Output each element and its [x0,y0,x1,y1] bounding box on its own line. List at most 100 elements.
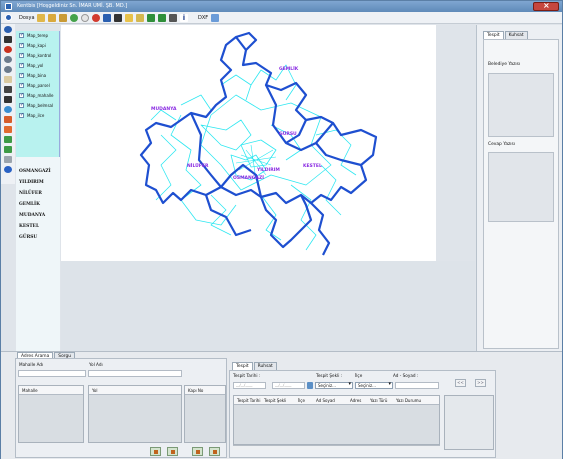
district-map: GEMLİK MUDANYA GÜRSU NİLÜFER KESTEL YILD… [139,31,378,256]
disk-icon[interactable] [114,14,122,22]
layer-checkbox[interactable] [19,72,24,78]
mahalle-adi-label: Mahalle Adı [19,362,44,367]
prev-button[interactable]: << [455,379,466,387]
tespit-sekli-select[interactable]: Seçiniz... [315,382,353,389]
tespit-tabs: Tespit Ruhsat [232,362,278,370]
add-circle-icon[interactable] [70,14,78,22]
folder-icon[interactable] [48,14,56,22]
hand-icon[interactable] [4,76,12,83]
map-canvas[interactable]: GEMLİK MUDANYA GÜRSU NİLÜFER KESTEL YILD… [61,25,436,261]
layer-label: Map_ilce [27,113,45,118]
right-panel: Tespit Kuhsat Belediye Yazısı Cevap Yazı… [476,25,562,351]
layer-checkbox[interactable] [19,82,24,88]
calendar-icon[interactable] [307,382,313,389]
tab-kuhsat[interactable]: Kuhsat [504,31,528,39]
select-image-button-2[interactable] [192,447,203,456]
map-label-nilufer: NİLÜFER [187,162,209,169]
remove-circle-icon[interactable] [92,14,100,22]
district-label: KESTEL [19,224,40,229]
binoculars-icon[interactable] [4,96,12,103]
layer-checkbox[interactable] [19,112,24,118]
pan-globe-icon[interactable] [4,26,12,33]
layer-checkbox[interactable] [19,62,24,68]
tespit-panel: Tespit Tarihi : Tespit Şekli : İlçe Ad -… [229,370,496,458]
layer-checkbox[interactable] [19,42,24,48]
yol-adi-input[interactable] [88,370,182,377]
measure-icon[interactable] [4,86,12,93]
yol-grid[interactable]: Yol [88,385,182,443]
column-header: Yazı Türü [370,398,388,403]
edit-vertex-icon[interactable] [4,146,12,153]
open-folder-icon[interactable] [37,14,45,22]
next-button[interactable]: >> [475,379,486,387]
lightbulb-off-icon[interactable] [136,14,144,22]
mahalle-adi-input[interactable] [18,370,86,377]
settings-icon[interactable] [4,156,12,163]
layer-item[interactable]: Map_mahalle [19,92,53,98]
layer-checkbox[interactable] [19,92,24,98]
folder-add-icon[interactable] [59,14,67,22]
excel-icon[interactable] [147,14,155,22]
pointer-icon[interactable] [4,36,12,43]
lightbulb-icon[interactable] [125,14,133,22]
close-window-button[interactable] [533,1,559,11]
layer-checkbox[interactable] [19,102,24,108]
tespit-date-end[interactable]: __/__/____ [272,382,305,389]
zoom-out-icon[interactable] [4,66,12,73]
ilce-select[interactable]: Seçiniz... [355,382,393,389]
right-panel-tabs: Tespit Kuhsat [483,31,529,39]
layer-item[interactable]: Map_bina [19,72,46,78]
mahalle-grid[interactable]: Mahalle [18,385,84,443]
toolbar: Dosya i DXF [1,12,562,24]
tespit-tarihi-label: Tespit Tarihi : [233,373,261,378]
select-image-button[interactable] [150,447,161,456]
ilce-label: İlçe [355,373,363,378]
layer-item[interactable]: Map_parsel [19,82,50,88]
refresh-icon[interactable] [211,14,219,22]
locate-button[interactable] [167,447,178,456]
save-icon[interactable] [103,14,111,22]
tespit-grid-scrollbar[interactable] [233,445,440,450]
edit-icon[interactable] [4,136,12,143]
mahalle-grid-header: Mahalle [19,386,83,395]
tab-tespit-bottom[interactable]: Tespit [232,362,253,370]
address-search-panel: Mahalle Adı Yol Adı Mahalle Yol Kapı No [15,358,227,458]
tab-tespit[interactable]: Tespit [483,31,504,39]
layer-item[interactable]: Map_belmsal [19,102,53,108]
layer-item[interactable]: Map_kapi [19,42,46,48]
locate-icon [213,450,217,454]
window-title: Kentbis [Hoşgeldiniz Sn. İMAR UMİ. ŞB. M… [17,3,128,9]
info-icon[interactable]: i [180,14,188,22]
export-icon[interactable] [158,14,166,22]
kapi-grid[interactable]: Kapı No [184,385,226,443]
dxf-button[interactable]: DXF [198,15,208,21]
zoom-in-icon[interactable] [4,56,12,63]
layer-checkbox[interactable] [19,32,24,38]
layer-icon[interactable] [4,116,12,123]
layer-checkbox[interactable] [19,52,24,58]
stop-icon[interactable] [4,46,12,53]
cevap-label: Cevap Yazısı [488,142,516,147]
info-tool-icon[interactable] [4,166,12,173]
globe-icon [5,14,12,21]
circle-icon[interactable] [81,14,89,22]
menu-dosya[interactable]: Dosya [19,15,35,21]
district-label: MUDANYA [19,213,46,218]
layer-item[interactable]: Map_yol [19,62,43,68]
district-list: OSMANGAZİ YILDIRIM NİLÜFER GEMLİK MUDANY… [16,157,69,351]
layer-item[interactable]: Map_kontrol [19,52,51,58]
refresh-map-icon[interactable] [4,106,12,113]
ad-soyad-input[interactable] [395,382,439,389]
print-icon[interactable] [169,14,177,22]
tab-ruhsat[interactable]: Ruhsat [253,362,277,370]
select-icon[interactable] [4,126,12,133]
tespit-date-start[interactable]: __/__/____ [233,382,266,389]
image-icon [154,450,158,454]
belediye-text-area[interactable] [488,73,554,137]
cevap-text-area[interactable] [488,152,554,222]
tespit-grid[interactable]: Tespit Tarihi Tespit Şekli İlçe Ad Soyad… [233,395,440,445]
right-tab-body: Belediye Yazısı Cevap Yazısı [483,39,559,349]
locate-button-2[interactable] [209,447,220,456]
layer-item[interactable]: Map_ilce [19,112,45,118]
layer-item[interactable]: Map_terep [19,32,48,38]
